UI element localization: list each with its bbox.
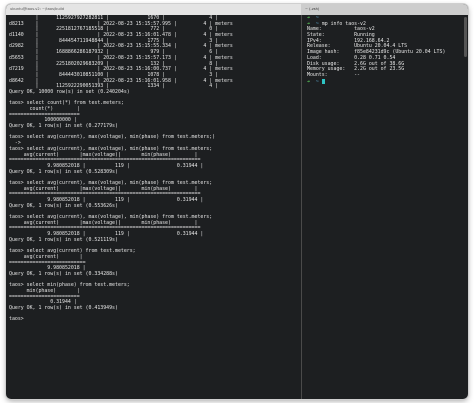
terminal-window: ubuntu@taos-v2: ~/taos/build ~ (-zsh) | … <box>6 4 468 399</box>
right-terminal-output: ➜ ~ ➜ ~ mp info taos-v2 Name: taos-v2 Sta… <box>307 15 445 85</box>
info-output: Name: taos-v2 State: Running IPv4: 192.168… <box>307 27 445 78</box>
terminal-cursor[interactable] <box>321 78 325 84</box>
prompt-directory: ~ <box>315 78 319 85</box>
left-terminal-pane[interactable]: | 1125927927282811 | 1670 | 4 | d8213 | |… <box>6 15 301 399</box>
prompt-arrow-icon: ➜ <box>307 78 310 85</box>
tab-bar: ubuntu@taos-v2: ~/taos/build ~ (-zsh) <box>6 4 468 15</box>
right-pane-scrollbar[interactable] <box>464 17 467 57</box>
prompt-line: ➜ ~ <box>307 78 445 85</box>
left-terminal-output: | 1125927927282811 | 1670 | 4 | d8213 | |… <box>9 15 233 323</box>
tab-ssh-session[interactable]: ubuntu@taos-v2: ~/taos/build <box>6 4 301 15</box>
tab-local-shell[interactable]: ~ (-zsh) <box>301 4 468 15</box>
terminal-line: taos> <box>9 316 27 323</box>
right-terminal-pane[interactable]: ➜ ~ ➜ ~ mp info taos-v2 Name: taos-v2 Sta… <box>302 15 468 399</box>
terminal-line: taos> select avg(current), max(voltage),… <box>9 134 216 141</box>
